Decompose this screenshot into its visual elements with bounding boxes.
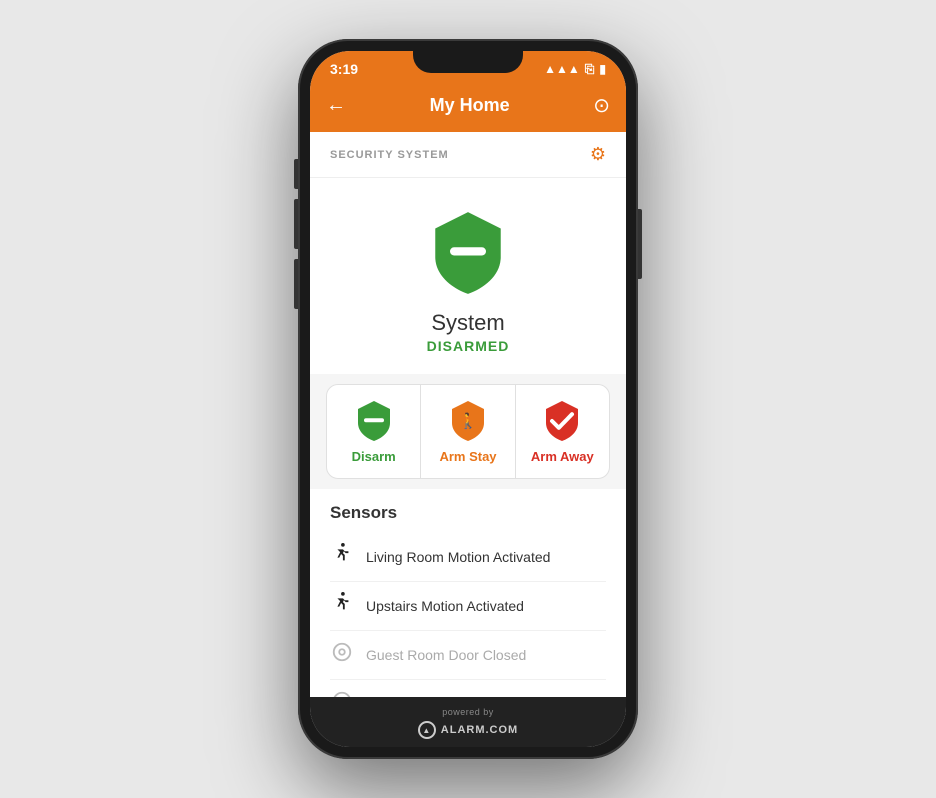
sensors-section: Sensors Living Room Motion Activated — [310, 489, 626, 697]
alarm-brand-name: ALARM.COM — [441, 724, 518, 736]
wifi-icon: ⎘ — [585, 62, 595, 77]
phone-side-btn — [294, 159, 298, 189]
security-section-label: SECURITY SYSTEM — [330, 149, 449, 161]
header-title: My Home — [430, 95, 510, 116]
sensor-front-door: Front Door Closed — [330, 680, 606, 697]
disarm-label: Disarm — [352, 449, 396, 464]
disarm-shield-icon — [352, 399, 396, 443]
security-system-header: SECURITY SYSTEM ⚙ — [310, 132, 626, 178]
alarm-logo: ▲ ALARM.COM — [418, 721, 518, 739]
sensor-living-room-text: Living Room Motion Activated — [366, 549, 550, 565]
phone-side-btn-vol-up — [294, 199, 298, 249]
phone-screen: 3:19 ▲▲▲ ⎘ ▮ ← My Home ⊙ SECURITY SYSTEM… — [310, 51, 626, 747]
phone-notch — [413, 51, 523, 73]
back-button[interactable]: ← — [326, 94, 346, 117]
arm-stay-label: Arm Stay — [439, 449, 496, 464]
sensors-title: Sensors — [330, 503, 606, 523]
phone-side-btn-power — [638, 209, 642, 279]
shield-area: System DISARMED — [310, 178, 626, 374]
sensor-upstairs: Upstairs Motion Activated — [330, 582, 606, 631]
arm-away-label: Arm Away — [531, 449, 594, 464]
svg-text:🚶: 🚶 — [459, 412, 478, 430]
motion-icon-living-room — [330, 543, 354, 571]
sensor-living-room: Living Room Motion Activated — [330, 533, 606, 582]
sensor-upstairs-text: Upstairs Motion Activated — [366, 598, 524, 614]
app-header: ← My Home ⊙ — [310, 83, 626, 132]
arm-away-button[interactable]: Arm Away — [516, 385, 609, 478]
system-label: System — [431, 310, 504, 336]
menu-button[interactable]: ⊙ — [593, 93, 610, 118]
arm-away-shield-icon — [540, 399, 584, 443]
door-icon-front-door — [330, 690, 354, 697]
arm-buttons-container: Disarm 🚶 Arm Stay Arm Away — [326, 384, 610, 479]
sensor-guest-room: Guest Room Door Closed — [330, 631, 606, 680]
battery-icon: ▮ — [599, 62, 606, 76]
signal-icon: ▲▲▲ — [544, 62, 580, 76]
alarm-logo-icon: ▲ — [418, 721, 436, 739]
shield-icon — [423, 208, 513, 298]
content-area: SECURITY SYSTEM ⚙ System DISARMED — [310, 132, 626, 697]
motion-icon-upstairs — [330, 592, 354, 620]
arm-stay-shield-icon: 🚶 — [446, 399, 490, 443]
door-icon-guest-room — [330, 641, 354, 669]
disarm-button[interactable]: Disarm — [327, 385, 421, 478]
status-time: 3:19 — [330, 61, 358, 77]
phone-frame: 3:19 ▲▲▲ ⎘ ▮ ← My Home ⊙ SECURITY SYSTEM… — [298, 39, 638, 759]
footer-bar: powered by ▲ ALARM.COM — [310, 697, 626, 747]
system-status: DISARMED — [427, 338, 510, 354]
phone-side-btn-vol-down — [294, 259, 298, 309]
powered-by-label: powered by — [442, 707, 494, 717]
sensor-guest-room-text: Guest Room Door Closed — [366, 647, 526, 663]
settings-gear-icon[interactable]: ⚙ — [590, 144, 606, 165]
status-icons: ▲▲▲ ⎘ ▮ — [544, 62, 606, 77]
arm-stay-button[interactable]: 🚶 Arm Stay — [421, 385, 515, 478]
